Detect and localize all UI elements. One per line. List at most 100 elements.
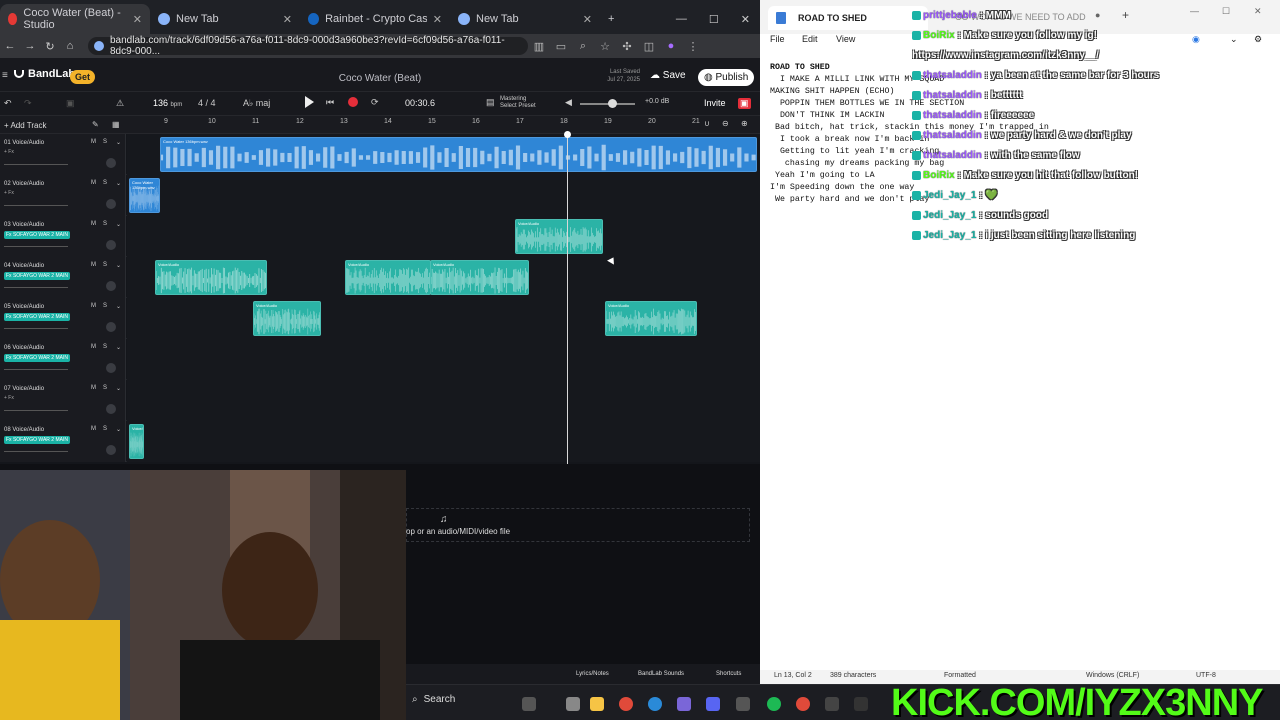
- tab-new-tab[interactable]: New Tab ✕: [150, 4, 300, 34]
- track-volume-slider[interactable]: [4, 328, 68, 329]
- folder-icon[interactable]: [590, 697, 604, 711]
- shortcuts-button[interactable]: Shortcuts: [716, 671, 741, 677]
- publish-button[interactable]: ◍ Publish: [698, 69, 755, 86]
- track-header[interactable]: 01 Voice/Audio + Fx M S ⌄: [0, 134, 126, 175]
- mute-button[interactable]: M: [91, 385, 96, 391]
- magnet-icon[interactable]: ∪: [704, 119, 710, 128]
- menu-file[interactable]: File: [770, 34, 785, 44]
- track-menu-chevron-icon[interactable]: ⌄: [116, 180, 121, 187]
- track-name[interactable]: 05 Voice/Audio: [4, 304, 44, 310]
- track-name[interactable]: 01 Voice/Audio: [4, 140, 44, 146]
- track-fx-button[interactable]: + Fx: [4, 149, 14, 155]
- track-pan-knob[interactable]: [106, 322, 116, 332]
- project-title[interactable]: Coco Water (Beat): [0, 73, 760, 84]
- solo-button[interactable]: S: [103, 262, 107, 268]
- voice-clip[interactable]: Voice/Audio: [129, 424, 144, 459]
- tab-bandlab[interactable]: Coco Water (Beat) - Studio ✕: [0, 4, 150, 34]
- track-fx-button[interactable]: Fx SOFAYGO WAR 2 MAIN: [4, 272, 70, 280]
- solo-button[interactable]: S: [103, 139, 107, 145]
- track-volume-slider[interactable]: [4, 246, 68, 247]
- zoom-icon[interactable]: ⌕: [572, 40, 594, 53]
- maximize-icon[interactable]: ☐: [709, 13, 719, 26]
- track-volume-slider[interactable]: [4, 451, 68, 452]
- mute-button[interactable]: M: [91, 303, 96, 309]
- minimize-icon[interactable]: —: [676, 13, 687, 26]
- key-field[interactable]: A♭ maj: [243, 98, 270, 109]
- track-fx-button[interactable]: Fx SOFAYGO WAR 2 MAIN: [4, 313, 70, 321]
- track-name[interactable]: 08 Voice/Audio: [4, 427, 44, 433]
- track-pan-knob[interactable]: [106, 281, 116, 291]
- close-icon[interactable]: ✕: [433, 13, 442, 26]
- reload-icon[interactable]: ↻: [40, 40, 60, 53]
- track-menu-chevron-icon[interactable]: ⌄: [116, 262, 121, 269]
- tracks-settings-icon[interactable]: ▦: [112, 120, 120, 129]
- track-header[interactable]: 08 Voice/Audio Fx SOFAYGO WAR 2 MAIN M S ⌄: [0, 421, 126, 462]
- track-menu-chevron-icon[interactable]: ⌄: [116, 344, 121, 351]
- close-window-icon[interactable]: ✕: [741, 13, 750, 26]
- mute-button[interactable]: M: [91, 139, 96, 145]
- taskbar-app-icon[interactable]: [825, 697, 839, 711]
- record-button[interactable]: [348, 97, 358, 107]
- track-pan-knob[interactable]: [106, 404, 116, 414]
- track-pan-knob[interactable]: [106, 445, 116, 455]
- track-header[interactable]: 04 Voice/Audio Fx SOFAYGO WAR 2 MAIN M S ⌄: [0, 257, 126, 298]
- track-pan-knob[interactable]: [106, 199, 116, 209]
- track-name[interactable]: 06 Voice/Audio: [4, 345, 44, 351]
- zoom-out-icon[interactable]: ⊖: [722, 119, 729, 128]
- timeline-ruler[interactable]: + Add Track ✎ ▦ 9 10 11 12 13 14 15 16 17 18 19 20 2…: [0, 116, 760, 134]
- invite-button[interactable]: Invite: [704, 98, 726, 108]
- playhead-handle[interactable]: [564, 131, 571, 138]
- mute-button[interactable]: M: [91, 344, 96, 350]
- mute-button[interactable]: M: [91, 180, 96, 186]
- extension-icon[interactable]: ▥: [528, 40, 550, 53]
- menu-edit[interactable]: Edit: [802, 34, 818, 44]
- sidebar-icon[interactable]: ◫: [638, 40, 660, 53]
- track-name[interactable]: 02 Voice/Audio: [4, 181, 44, 187]
- taskbar-app-icon[interactable]: [566, 697, 580, 711]
- snap-icon[interactable]: ▣: [66, 98, 75, 109]
- taskbar-search[interactable]: ⌕ Search: [412, 694, 455, 705]
- track-header[interactable]: 02 Voice/Audio + Fx M S ⌄: [0, 175, 126, 216]
- track-pan-knob[interactable]: [106, 363, 116, 373]
- track-fx-button[interactable]: + Fx: [4, 190, 14, 196]
- loop-icon[interactable]: ⟳: [371, 97, 379, 108]
- metronome-icon[interactable]: ⚠: [116, 98, 124, 109]
- play-button[interactable]: [305, 96, 315, 108]
- beat-clip[interactable]: Coco Water 136bpm.wav: [160, 137, 757, 172]
- taskbar-app-icon[interactable]: [736, 697, 750, 711]
- track-header[interactable]: 03 Voice/Audio Fx SOFAYGO WAR 2 MAIN M S ⌄: [0, 216, 126, 257]
- close-icon[interactable]: ✕: [583, 13, 592, 26]
- track-volume-slider[interactable]: [4, 410, 68, 411]
- undo-icon[interactable]: ↶: [4, 98, 12, 109]
- time-signature-field[interactable]: 4 / 4: [198, 98, 216, 108]
- url-input[interactable]: bandlab.com/track/6df09d56-a76a-f011-8dc…: [88, 35, 528, 57]
- terminal-icon[interactable]: [854, 697, 868, 711]
- mute-button[interactable]: M: [91, 221, 96, 227]
- track-lane[interactable]: [127, 421, 760, 462]
- solo-button[interactable]: S: [103, 344, 107, 350]
- track-name[interactable]: 03 Voice/Audio: [4, 222, 44, 228]
- edge-icon[interactable]: [648, 697, 662, 711]
- track-name[interactable]: 04 Voice/Audio: [4, 263, 44, 269]
- track-fx-button[interactable]: + Fx: [4, 395, 14, 401]
- master-volume-slider[interactable]: [580, 99, 635, 108]
- voice-clip[interactable]: Voice/Audio: [155, 260, 267, 295]
- track-name[interactable]: 07 Voice/Audio: [4, 386, 44, 392]
- tab-new-tab-2[interactable]: New Tab ✕: [450, 4, 600, 34]
- solo-button[interactable]: S: [103, 426, 107, 432]
- solo-button[interactable]: S: [103, 303, 107, 309]
- add-track-button[interactable]: + Add Track: [4, 121, 46, 130]
- track-lane[interactable]: [127, 175, 760, 216]
- solo-button[interactable]: S: [103, 180, 107, 186]
- puzzle-icon[interactable]: ✣: [616, 40, 638, 53]
- track-menu-chevron-icon[interactable]: ⌄: [116, 221, 121, 228]
- track-fx-button[interactable]: Fx SOFAYGO WAR 2 MAIN: [4, 354, 70, 362]
- lyrics-notes-button[interactable]: Lyrics/Notes: [576, 671, 609, 677]
- tempo-field[interactable]: 136 bpm: [153, 98, 182, 108]
- voice-clip[interactable]: Voice/Audio: [605, 301, 697, 336]
- tab-rainbet[interactable]: Rainbet - Crypto Casino & Sp ✕: [300, 4, 450, 34]
- back-icon[interactable]: ←: [0, 40, 20, 52]
- cast-icon[interactable]: ▭: [550, 40, 572, 53]
- chrome-icon[interactable]: [796, 697, 810, 711]
- track-menu-chevron-icon[interactable]: ⌄: [116, 303, 121, 310]
